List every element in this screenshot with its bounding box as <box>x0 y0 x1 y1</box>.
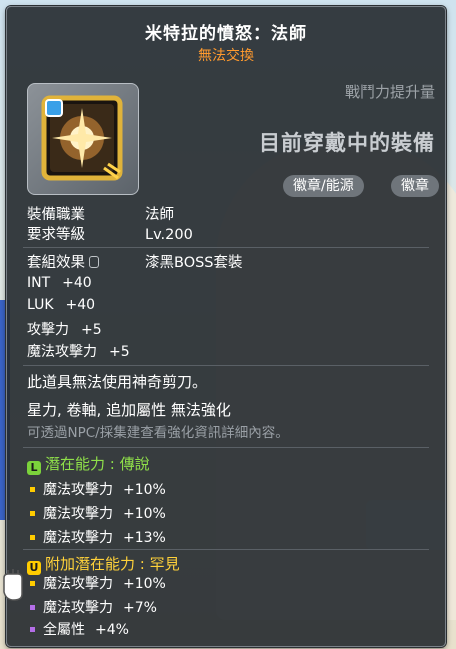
potential-line: 魔法攻擊力 +10% <box>27 503 166 523</box>
additional-potential-line: 魔法攻擊力 +7% <box>27 597 157 617</box>
tag-badge: 徽章 <box>391 175 439 197</box>
legendary-badge-icon: L <box>27 461 41 475</box>
set-effect[interactable]: 套組效果 漆黑BOSS套裝 <box>27 251 243 272</box>
job-value: 法師 <box>145 207 174 223</box>
potential-line: 魔法攻擊力 +10% <box>27 479 166 499</box>
job-requirement: 裝備職業 法師 <box>27 203 174 224</box>
set-label: 套組效果 <box>27 255 85 271</box>
item-tooltip: 米特拉的憤怒：法師 無法交換 戰鬥力提升量 目前穿戴中的裝備 徽章/能源 徽章 … <box>6 6 446 647</box>
enhance-hint: 可透過NPC/採集建查看強化資訊詳細內容。 <box>27 425 289 441</box>
divider <box>23 247 429 248</box>
enhance-note: 星力, 卷軸, 追加屬性 無法強化 <box>27 401 231 419</box>
divider <box>23 365 429 366</box>
bullet-icon <box>30 487 35 492</box>
emblem-icon <box>41 95 123 181</box>
potential-header: L 潛在能力 : 傳說 <box>27 453 150 475</box>
stat-int: INT +40 <box>27 275 92 291</box>
bullet-icon <box>30 511 35 516</box>
bullet-icon <box>30 627 35 632</box>
level-requirement: 要求等級 Lv.200 <box>27 223 193 244</box>
combat-power-label: 戰鬥力提升量 <box>344 83 435 101</box>
scissors-note: 此道具無法使用神奇剪刀。 <box>27 373 208 391</box>
additional-potential-line: 魔法攻擊力 +10% <box>27 573 166 593</box>
additional-potential-title: 附加潛在能力 : 罕見 <box>45 555 180 573</box>
set-value: 漆黑BOSS套裝 <box>145 255 243 271</box>
item-name: 米特拉的憤怒：法師 <box>145 24 307 44</box>
additional-potential-line: 全屬性 +4% <box>27 619 129 639</box>
hand-cursor-icon <box>3 569 23 601</box>
equipped-status: 目前穿戴中的裝備 <box>259 131 435 155</box>
mouse-icon <box>89 256 99 268</box>
bullet-icon <box>30 535 35 540</box>
item-icon-frame <box>27 83 139 195</box>
stat-attack: 攻擊力 +5 <box>27 322 102 338</box>
bullet-icon <box>30 605 35 610</box>
tag-badge-energy: 徽章/能源 <box>283 175 364 197</box>
divider <box>23 549 429 550</box>
potential-line: 魔法攻擊力 +13% <box>27 527 166 547</box>
divider <box>23 447 429 448</box>
additional-potential-header: U 附加潛在能力 : 罕見 <box>27 553 180 575</box>
bullet-icon <box>30 581 35 586</box>
job-label: 裝備職業 <box>27 207 85 223</box>
potential-title: 潛在能力 : 傳說 <box>45 455 150 473</box>
level-value: Lv.200 <box>145 227 193 243</box>
stat-magic-attack: 魔法攻擊力 +5 <box>27 344 130 360</box>
trade-status: 無法交換 <box>198 48 254 64</box>
stat-luk: LUK +40 <box>27 297 96 313</box>
level-label: 要求等級 <box>27 227 85 243</box>
